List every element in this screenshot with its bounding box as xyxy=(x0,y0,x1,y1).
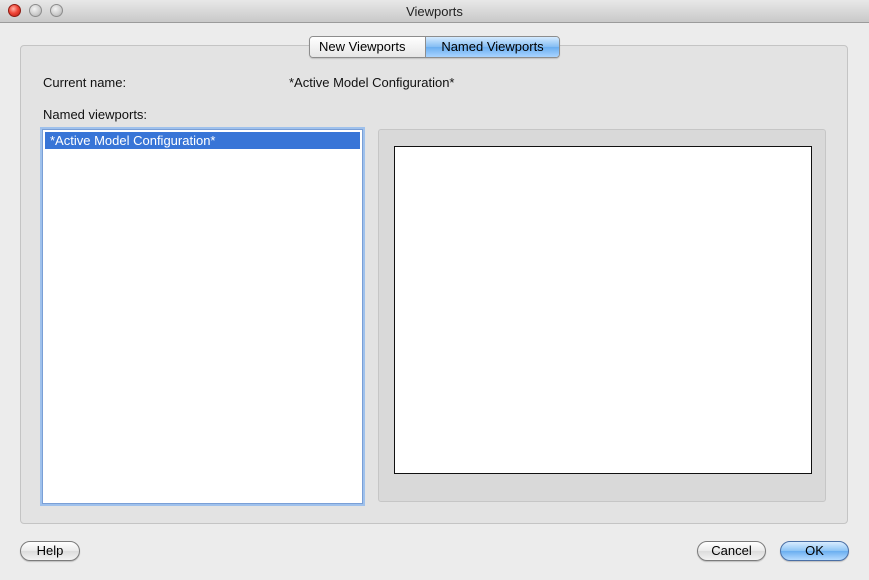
tab-bar: New Viewports Named Viewports xyxy=(309,36,560,58)
tab-named-viewports[interactable]: Named Viewports xyxy=(426,37,559,57)
named-viewports-label: Named viewports: xyxy=(43,107,148,122)
current-name-value: *Active Model Configuration* xyxy=(289,75,455,90)
cancel-button[interactable]: Cancel xyxy=(697,541,766,561)
ok-button[interactable]: OK xyxy=(780,541,849,561)
help-button[interactable]: Help xyxy=(20,541,80,561)
list-item[interactable]: *Active Model Configuration* xyxy=(45,132,360,149)
viewports-dialog: Viewports New Viewports Named Viewports … xyxy=(0,0,869,580)
current-name-label: Current name: xyxy=(43,75,127,90)
viewport-preview xyxy=(394,146,812,474)
named-viewports-list[interactable]: *Active Model Configuration* xyxy=(42,129,363,504)
tab-new-viewports[interactable]: New Viewports xyxy=(310,37,426,57)
title-bar[interactable]: Viewports xyxy=(0,0,869,23)
window-title: Viewports xyxy=(406,4,463,19)
preview-panel xyxy=(378,129,826,502)
